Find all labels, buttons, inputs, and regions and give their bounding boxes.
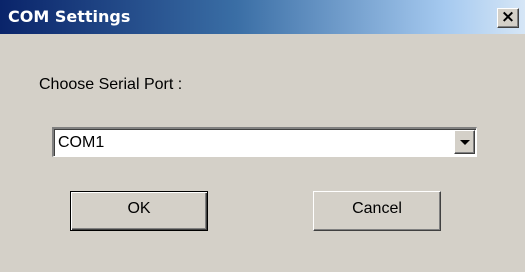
dropdown-button[interactable]	[454, 130, 475, 154]
serial-port-label: Choose Serial Port :	[39, 76, 183, 93]
serial-port-value: COM1	[58, 134, 105, 151]
chevron-down-icon	[460, 140, 470, 145]
window-title: COM Settings	[8, 7, 131, 26]
ok-button-label: OK	[127, 200, 151, 217]
com-settings-dialog: COM Settings × Choose Serial Port : COM1…	[0, 0, 525, 272]
ok-button[interactable]: OK	[70, 191, 208, 231]
cancel-button-label: Cancel	[352, 200, 402, 217]
close-icon: ×	[500, 7, 516, 27]
cancel-button[interactable]: Cancel	[313, 191, 441, 231]
close-button[interactable]: ×	[497, 8, 519, 28]
serial-port-select[interactable]: COM1	[52, 127, 477, 157]
title-bar[interactable]: COM Settings ×	[0, 0, 525, 34]
